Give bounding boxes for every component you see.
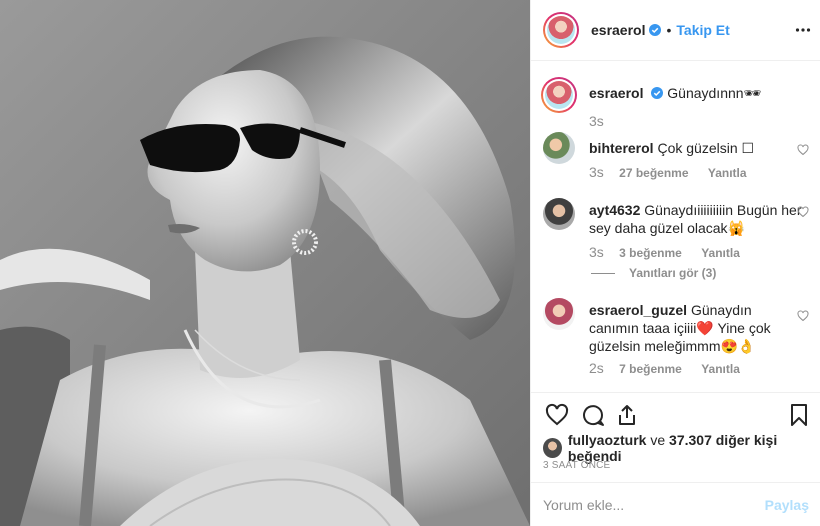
caption-time[interactable]: 3s bbox=[589, 113, 604, 129]
caption-meta: 3s bbox=[589, 113, 616, 129]
comment-bubble-icon[interactable] bbox=[581, 403, 605, 427]
follow-button[interactable]: Takip Et bbox=[676, 22, 729, 38]
reply-button[interactable]: Yanıtla bbox=[701, 246, 740, 260]
save-bookmark-icon[interactable] bbox=[787, 403, 811, 427]
comment-row: bihtererol Çok güzelsin ☐ 3s 27 beğenme … bbox=[543, 132, 809, 182]
like-comment-heart-icon[interactable] bbox=[797, 206, 809, 218]
replies-divider bbox=[591, 272, 615, 274]
share-icon[interactable] bbox=[615, 403, 639, 427]
separator-dot: • bbox=[666, 22, 672, 38]
action-bar bbox=[531, 392, 820, 436]
post-timestamp[interactable]: 3 SAAT ÖNCE bbox=[543, 460, 610, 471]
like-heart-icon[interactable] bbox=[545, 403, 569, 427]
comment-text: esraerol_guzel Günaydın canımın taaa içi… bbox=[589, 301, 803, 355]
liker-avatar[interactable] bbox=[543, 438, 562, 458]
comment-likes[interactable]: 27 beğenme bbox=[619, 166, 688, 180]
comment-meta: 3s 27 beğenme Yanıtla bbox=[589, 164, 763, 180]
comment-meta: 2s 7 beğenme Yanıtla bbox=[589, 360, 756, 376]
like-comment-heart-icon[interactable] bbox=[797, 310, 809, 322]
view-replies-label: Yanıtları gör (3) bbox=[629, 266, 717, 280]
reply-button[interactable]: Yanıtla bbox=[708, 166, 747, 180]
comment-likes[interactable]: 7 beğenme bbox=[619, 362, 682, 376]
view-replies-button[interactable]: Yanıtları gör (3) bbox=[591, 266, 716, 280]
comment-input[interactable] bbox=[543, 496, 765, 513]
post-photo[interactable] bbox=[0, 0, 530, 526]
author-avatar[interactable] bbox=[543, 12, 579, 48]
likes-connector: ve bbox=[650, 432, 666, 448]
comment-body: Çok güzelsin ☐ bbox=[657, 140, 755, 156]
comment-text: ayt4632 Günaydıiiiiiiiiin Bugün her sey … bbox=[589, 201, 803, 237]
comment-username[interactable]: esraerol_guzel bbox=[589, 302, 687, 318]
caption-username[interactable]: esraerol bbox=[589, 85, 643, 101]
comment-composer: Paylaş bbox=[531, 482, 820, 526]
commenter-avatar[interactable] bbox=[543, 298, 575, 330]
comment-time[interactable]: 2s bbox=[589, 360, 604, 376]
liker-username[interactable]: fullyaozturk bbox=[568, 432, 647, 448]
comment-meta: 3s 3 beğenme Yanıtla bbox=[589, 244, 756, 260]
reply-button[interactable]: Yanıtla bbox=[701, 362, 740, 376]
caption-body: Günaydınnn🕶 bbox=[667, 85, 762, 101]
commenter-avatar[interactable] bbox=[543, 198, 575, 230]
caption-avatar[interactable] bbox=[541, 77, 577, 113]
comment-username[interactable]: bihtererol bbox=[589, 140, 654, 156]
more-options-icon[interactable] bbox=[795, 22, 811, 38]
comment-time[interactable]: 3s bbox=[589, 164, 604, 180]
caption-text: esraerol Günaydınnn🕶 bbox=[589, 84, 803, 102]
comment-row: esraerol_guzel Günaydın canımın taaa içi… bbox=[543, 298, 809, 378]
like-comment-heart-icon[interactable] bbox=[797, 144, 809, 156]
post-sidebar: esraerol • Takip Et esraerol Günaydınnn🕶… bbox=[530, 0, 820, 526]
comment-text: bihtererol Çok güzelsin ☐ bbox=[589, 139, 803, 157]
author-username[interactable]: esraerol bbox=[591, 22, 645, 38]
comment-username[interactable]: ayt4632 bbox=[589, 202, 640, 218]
comment-likes[interactable]: 3 beğenme bbox=[619, 246, 682, 260]
verified-badge-icon bbox=[649, 24, 662, 36]
commenter-avatar[interactable] bbox=[543, 132, 575, 164]
post-header: esraerol • Takip Et bbox=[531, 0, 820, 61]
comment-time[interactable]: 3s bbox=[589, 244, 604, 260]
portrait-image bbox=[0, 0, 530, 526]
verified-badge-icon bbox=[651, 87, 664, 99]
post-comment-button[interactable]: Paylaş bbox=[765, 497, 809, 513]
